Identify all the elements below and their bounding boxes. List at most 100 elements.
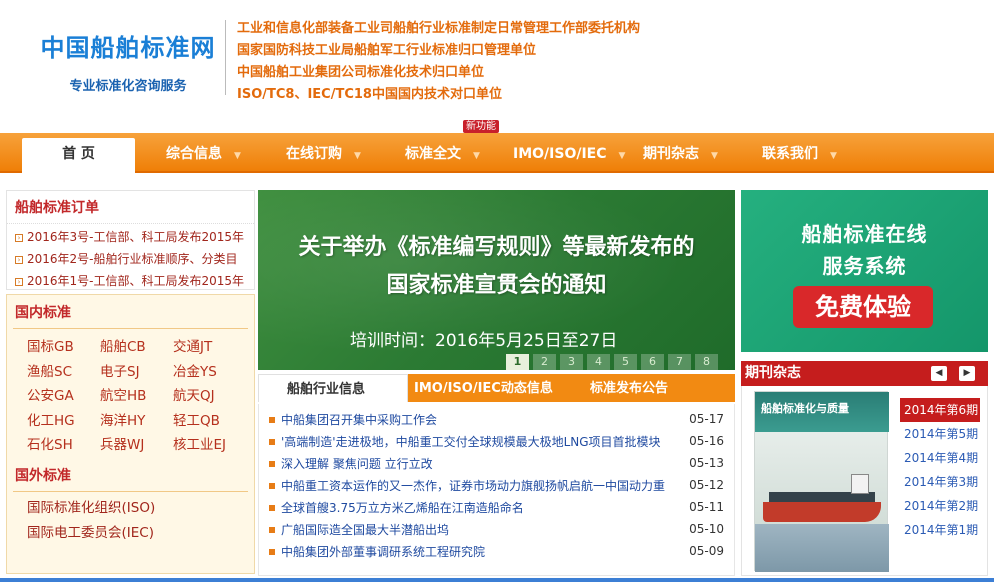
news-date: 05-17 [689, 412, 724, 426]
foreign-link[interactable]: 国际电工委员会(IEC) [27, 521, 254, 546]
domestic-link[interactable]: 石化SH [27, 433, 100, 458]
domestic-link[interactable]: 化工HG [27, 409, 100, 434]
pager-dot[interactable]: 6 [641, 354, 664, 370]
new-feature-badge: 新功能 [463, 120, 499, 133]
nav-journals[interactable]: 期刊杂志 ▼ [643, 133, 718, 173]
domestic-link[interactable]: 航天QJ [173, 384, 246, 409]
nav-online-order[interactable]: 在线订购 ▼ [286, 133, 361, 173]
news-item[interactable]: 中船集团外部董事调研系统工程研究院 05-09 [269, 540, 724, 562]
order-item[interactable]: › 2016年3号-工信部、科工局发布2015年 [15, 226, 246, 248]
tab-announcements[interactable]: 标准发布公告 [590, 374, 668, 402]
ship-bridge [851, 474, 869, 494]
nav-general-info[interactable]: 综合信息 ▼ [166, 133, 241, 173]
ship-hull [763, 502, 881, 522]
logo[interactable]: 中国船舶标准网 专业标准化咨询服务 [28, 28, 228, 94]
issue-list: 2014年第6期 2014年第5期 2014年第4期 2014年第3期 2014… [900, 398, 980, 542]
news-title: 中船集团召开集中采购工作会 [281, 412, 438, 427]
issue-link[interactable]: 2014年第5期 [900, 422, 980, 446]
news-item[interactable]: 广船国际造全国最大半潜船出坞 05-10 [269, 518, 724, 540]
tab-imo-news[interactable]: IMO/ISO/IEC动态信息 [414, 374, 553, 402]
news-title: 中船重工资本运作的又一杰作，证券市场动力旗舰扬帆启航一中国动力重 [281, 478, 666, 493]
domestic-link[interactable]: 轻工QB [173, 409, 246, 434]
domestic-link[interactable]: 海洋HY [100, 409, 173, 434]
domestic-link[interactable]: 公安GA [27, 384, 100, 409]
news-item[interactable]: 中船重工资本运作的又一杰作，证券市场动力旗舰扬帆启航一中国动力重 05-12 [269, 474, 724, 496]
domestic-link[interactable]: 兵器WJ [100, 433, 173, 458]
news-title: 中船集团外部董事调研系统工程研究院 [281, 544, 486, 559]
domestic-link[interactable]: 渔船SC [27, 360, 100, 385]
domestic-link[interactable]: 船舶CB [100, 335, 173, 360]
issue-link[interactable]: 2014年第1期 [900, 518, 980, 542]
domestic-grid: 国标GB 船舶CB 交通JT 渔船SC 电子SJ 冶金YS 公安GA 航空HB 航天QJ 化… [7, 329, 254, 458]
pager-dot[interactable]: 1 [506, 354, 529, 370]
prev-arrow-icon[interactable]: ◀ [931, 366, 947, 381]
domestic-link[interactable]: 核工业EJ [173, 433, 246, 458]
arrow-icon: › [15, 255, 23, 264]
foreign-list: 国际标准化组织(ISO) 国际电工委员会(IEC) [7, 492, 254, 546]
order-item[interactable]: › 2016年2号-船舶行业标准顺序、分类目 [15, 248, 246, 270]
news-item[interactable]: 全球首艘3.75万立方米乙烯船在江南造船命名 05-11 [269, 496, 724, 518]
chevron-down-icon: ▼ [711, 151, 718, 161]
issue-link[interactable]: 2014年第3期 [900, 470, 980, 494]
domestic-link[interactable]: 交通JT [173, 335, 246, 360]
issue-link[interactable]: 2014年第4期 [900, 446, 980, 470]
bullet-icon [269, 482, 275, 489]
pager-dot[interactable]: 4 [587, 354, 610, 370]
banner-pager: 12345678 [506, 350, 722, 370]
nav-contact[interactable]: 联系我们 ▼ [762, 133, 837, 173]
news-banner[interactable]: 关于举办《标准编写规则》等最新发布的 国家标准宣贯会的通知 培训时间：2016年… [258, 190, 735, 370]
issue-link[interactable]: 2014年第2期 [900, 494, 980, 518]
pager-dot[interactable]: 7 [668, 354, 691, 370]
news-item[interactable]: '高端制造'走进极地，中船重工交付全球规模最大极地LNG项目首批模块 05-16 [269, 430, 724, 452]
nav-label: 在线订购 [286, 146, 342, 162]
service-line1: 船舶标准在线 [801, 222, 928, 246]
orders-box: 船舶标准订单 › 2016年3号-工信部、科工局发布2015年 › 2016年2号-… [6, 190, 255, 290]
issue-link[interactable]: 2014年第6期 [900, 398, 980, 422]
news-title: '高端制造'走进极地，中船重工交付全球规模最大极地LNG项目首批模块 [281, 434, 661, 449]
org-line: ISO/TC8、IEC/TC18中国国内技术对口单位 [237, 87, 502, 102]
news-item[interactable]: 深入理解 聚焦问题 立行立改 05-13 [269, 452, 724, 474]
nav-standard-fulltext[interactable]: 标准全文 ▼ [405, 133, 480, 173]
domestic-link[interactable]: 冶金YS [173, 360, 246, 385]
pager-dot[interactable]: 3 [560, 354, 583, 370]
domestic-link[interactable]: 航空HB [100, 384, 173, 409]
banner-time: 培训时间：2016年5月25日至27日 [350, 331, 618, 351]
order-item[interactable]: › 2016年1号-工信部、科工局发布2015年 [15, 270, 246, 292]
order-item-label: 2016年1号-工信部、科工局发布2015年 [27, 274, 245, 288]
orders-title: 船舶标准订单 [7, 191, 254, 224]
nav-label: IMO/ISO/IEC [513, 146, 607, 162]
chevron-down-icon: ▼ [354, 151, 361, 161]
service-banner[interactable]: 船舶标准在线 服务系统 免费体验 [741, 190, 988, 352]
foreign-link[interactable]: 国际标准化组织(ISO) [27, 496, 254, 521]
nav-label: 联系我们 [762, 146, 818, 162]
chevron-down-icon: ▼ [618, 151, 626, 161]
news-date: 05-11 [689, 500, 724, 514]
orders-list: › 2016年3号-工信部、科工局发布2015年 › 2016年2号-船舶行业标准顺… [7, 224, 254, 292]
next-arrow-icon[interactable]: ▶ [959, 366, 975, 381]
service-line2: 服务系统 [822, 254, 907, 278]
bullet-icon [269, 460, 275, 467]
nav-imo-iso-iec[interactable]: IMO/ISO/IEC ▼ [513, 133, 625, 173]
tab-industry-info[interactable]: 船舶行业信息 [258, 374, 408, 402]
nav-home[interactable]: 首 页 [22, 138, 135, 175]
bullet-icon [269, 526, 275, 533]
news-date: 05-10 [689, 522, 724, 536]
bottom-divider [0, 578, 994, 582]
domestic-link[interactable]: 电子SJ [100, 360, 173, 385]
news-date: 05-16 [689, 434, 724, 448]
pager-dot[interactable]: 8 [695, 354, 718, 370]
header-divider [225, 20, 226, 95]
cover-header: 船舶标准化与质量 [755, 392, 889, 432]
journal-cover[interactable]: 船舶标准化与质量 [754, 391, 889, 572]
pager-dot[interactable]: 5 [614, 354, 637, 370]
bullet-icon [269, 438, 275, 445]
bullet-icon [269, 504, 275, 511]
pager-dot[interactable]: 2 [533, 354, 556, 370]
free-trial-button[interactable]: 免费体验 [793, 286, 933, 328]
domestic-link[interactable]: 国标GB [27, 335, 100, 360]
news-tabs: 船舶行业信息 IMO/ISO/IEC动态信息 标准发布公告 [258, 374, 735, 402]
cover-title: 船舶标准化与质量 [761, 402, 849, 415]
chevron-down-icon: ▼ [473, 151, 480, 161]
news-item[interactable]: 中船集团召开集中采购工作会 05-17 [269, 408, 724, 430]
foreign-title: 国外标准 [13, 458, 248, 492]
